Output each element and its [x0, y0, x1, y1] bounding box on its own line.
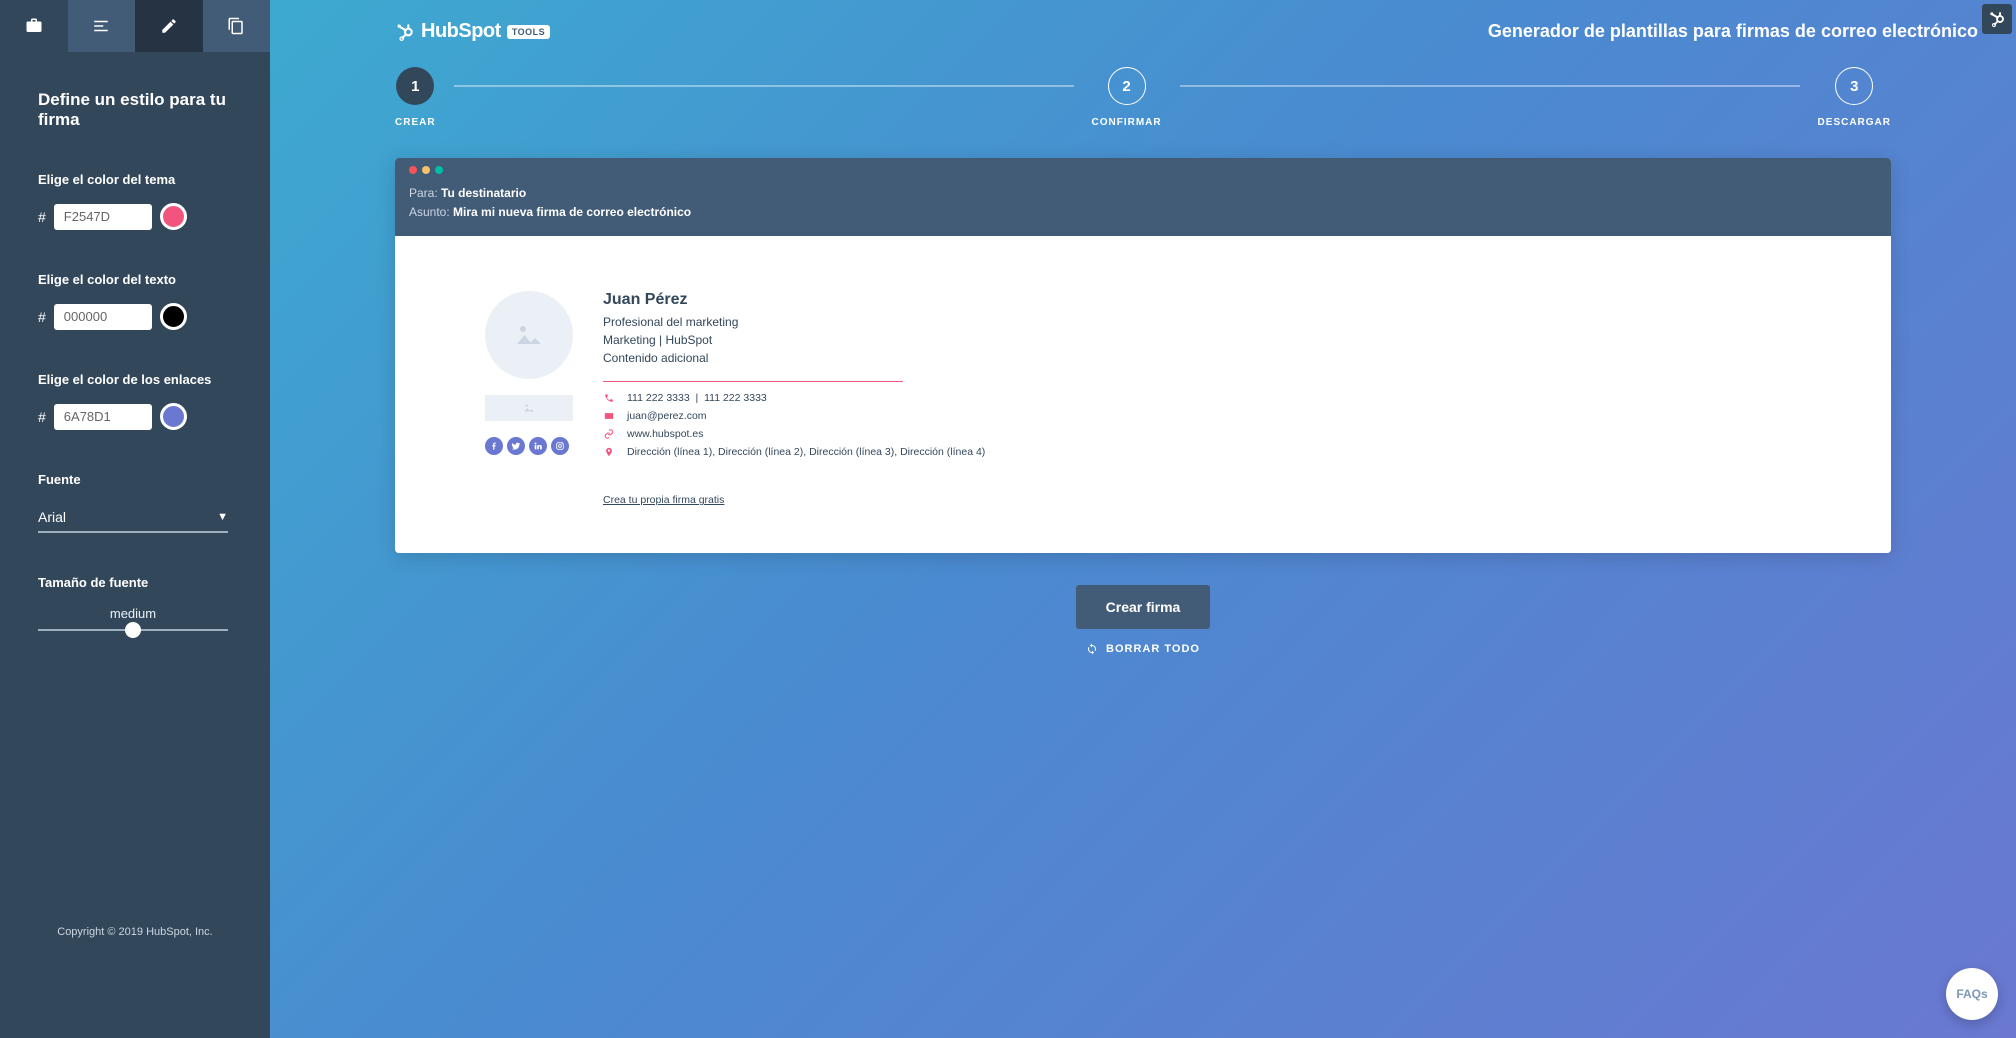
to-value: Tu destinatario [441, 186, 526, 200]
step-label: CONFIRMAR [1092, 117, 1162, 128]
twitter-icon[interactable] [507, 437, 525, 455]
contact-website: www.hubspot.es [603, 428, 1841, 440]
hash-symbol: # [38, 309, 46, 325]
hash-symbol: # [38, 209, 46, 225]
stepper: 1 CREAR 2 CONFIRMAR 3 DESCARGAR [270, 43, 2016, 158]
phone2: 111 222 3333 [704, 392, 767, 404]
subject-value: Mira mi nueva firma de correo electrónic… [453, 205, 691, 219]
theme-color-label: Elige el color del tema [38, 172, 232, 187]
theme-color-swatch[interactable] [160, 203, 187, 230]
step-3[interactable]: 3 DESCARGAR [1818, 67, 1891, 128]
sig-extra: Contenido adicional [603, 349, 1841, 367]
address-value: Dirección (línea 1), Dirección (línea 2)… [627, 446, 985, 458]
contact-phone: 111 222 3333 | 111 222 3333 [603, 392, 1841, 404]
step-circle: 3 [1835, 67, 1873, 105]
font-size-value: medium [38, 606, 228, 621]
location-icon [603, 446, 615, 458]
email-meta: Para: Tu destinatario Asunto: Mira mi nu… [409, 184, 1877, 236]
step-label: DESCARGAR [1818, 117, 1891, 128]
tab-templates[interactable] [0, 0, 68, 52]
facebook-icon[interactable] [485, 437, 503, 455]
create-signature-button[interactable]: Crear firma [1076, 585, 1211, 629]
tab-style[interactable] [135, 0, 203, 52]
instagram-icon[interactable] [551, 437, 569, 455]
step-label: CREAR [395, 117, 436, 128]
sig-dept: Marketing | HubSpot [603, 331, 1841, 349]
step-line [1180, 85, 1800, 87]
briefcase-icon [25, 17, 43, 35]
page-title: Generador de plantillas para firmas de c… [1488, 21, 1978, 42]
social-icons [485, 437, 573, 455]
sig-name: Juan Pérez [603, 291, 1841, 309]
logo: HubSpot TOOLS [270, 20, 550, 43]
linkedin-icon[interactable] [529, 437, 547, 455]
hubspot-sprocket-icon [1988, 10, 2006, 28]
step-circle: 2 [1108, 67, 1146, 105]
sidebar: Define un estilo para tu firma Elige el … [0, 0, 270, 1038]
link-color-input[interactable] [54, 404, 152, 430]
image-icon [511, 317, 547, 353]
sig-divider [603, 381, 903, 382]
email-icon [603, 412, 615, 420]
email-value: juan@perez.com [627, 410, 707, 422]
slider-thumb[interactable] [125, 622, 141, 638]
to-label: Para: [409, 186, 438, 200]
website-value: www.hubspot.es [627, 428, 703, 440]
link-icon [603, 429, 615, 439]
tools-badge: TOOLS [507, 25, 550, 39]
font-select[interactable]: Arial ▼ [38, 503, 228, 533]
faq-button[interactable]: FAQs [1946, 968, 1998, 1020]
contact-address: Dirección (línea 1), Dirección (línea 2)… [603, 446, 1841, 458]
sig-cta-link[interactable]: Crea tu propia firma gratis [603, 494, 724, 506]
text-color-input[interactable] [54, 304, 152, 330]
font-size-label: Tamaño de fuente [38, 575, 232, 590]
copy-icon [227, 17, 245, 35]
text-color-swatch[interactable] [160, 303, 187, 330]
avatar-placeholder [485, 291, 573, 379]
sidebar-tabs [0, 0, 270, 52]
logo-placeholder [485, 395, 573, 421]
actions: Crear firma BORRAR TODO [270, 585, 2016, 655]
panel-heading: Define un estilo para tu firma [38, 90, 232, 130]
font-size-slider[interactable] [38, 629, 228, 631]
link-color-swatch[interactable] [160, 403, 187, 430]
hubspot-badge[interactable] [1982, 4, 2012, 34]
style-panel: Define un estilo para tu firma Elige el … [0, 52, 270, 651]
copyright: Copyright © 2019 HubSpot, Inc. [0, 906, 270, 1038]
step-circle: 1 [396, 67, 434, 105]
image-icon [520, 401, 538, 415]
font-value: Arial [38, 509, 66, 525]
signature-preview: Juan Pérez Profesional del marketing Mar… [395, 236, 1891, 553]
reload-icon [1086, 643, 1098, 655]
hubspot-sprocket-icon [395, 22, 415, 42]
window-close-dot [409, 166, 417, 174]
brand-text: HubSpot [421, 20, 501, 43]
preview-card: Para: Tu destinatario Asunto: Mira mi nu… [395, 158, 1891, 553]
chevron-down-icon: ▼ [217, 511, 228, 523]
font-label: Fuente [38, 472, 232, 487]
window-chrome: Para: Tu destinatario Asunto: Mira mi nu… [395, 158, 1891, 236]
link-color-label: Elige el color de los enlaces [38, 372, 232, 387]
sig-job: Profesional del marketing [603, 313, 1841, 331]
clear-label: BORRAR TODO [1106, 643, 1200, 655]
clear-all-button[interactable]: BORRAR TODO [1086, 643, 1200, 655]
text-color-label: Elige el color del texto [38, 272, 232, 287]
window-min-dot [422, 166, 430, 174]
main-content: HubSpot TOOLS Generador de plantillas pa… [270, 0, 2016, 1038]
contact-email: juan@perez.com [603, 410, 1841, 422]
phone1: 111 222 3333 [627, 392, 690, 404]
step-1[interactable]: 1 CREAR [395, 67, 436, 128]
theme-color-input[interactable] [54, 204, 152, 230]
step-line [454, 85, 1074, 87]
hash-symbol: # [38, 409, 46, 425]
text-icon [92, 17, 110, 35]
tab-images[interactable] [203, 0, 271, 52]
subject-label: Asunto: [409, 205, 450, 219]
pencil-icon [160, 17, 178, 35]
step-2[interactable]: 2 CONFIRMAR [1092, 67, 1162, 128]
window-max-dot [435, 166, 443, 174]
phone-icon [603, 393, 615, 403]
topbar: HubSpot TOOLS Generador de plantillas pa… [270, 0, 2016, 43]
tab-details[interactable] [68, 0, 136, 52]
